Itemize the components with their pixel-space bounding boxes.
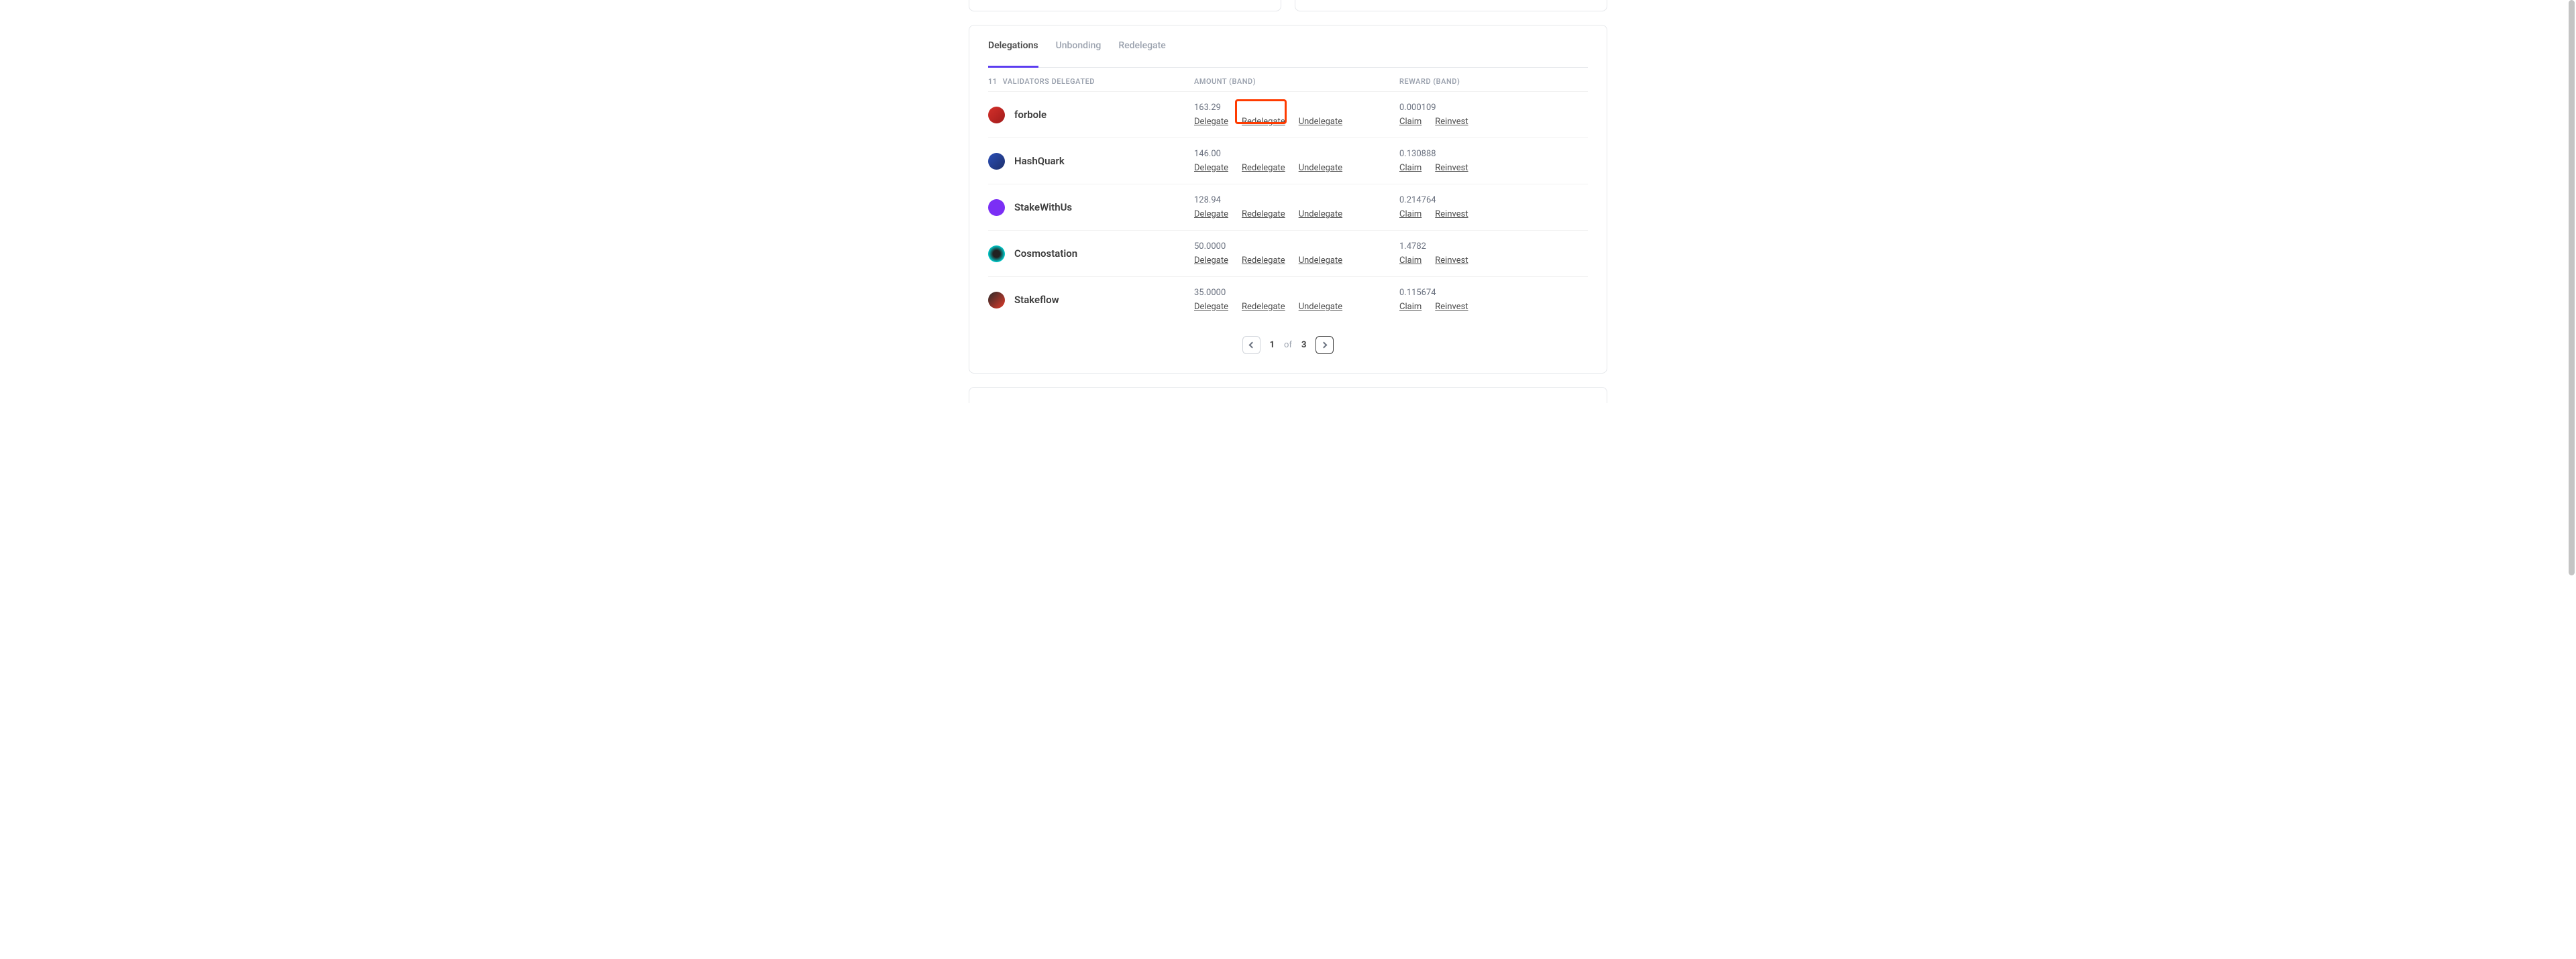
validator-header-label: VALIDATORS DELEGATED	[1003, 77, 1095, 86]
redelegate-link[interactable]: Redelegate	[1242, 302, 1285, 312]
reward-value: 0.115674	[1399, 288, 1588, 298]
delegate-link[interactable]: Delegate	[1194, 117, 1228, 127]
validator-name: HashQuark	[1014, 155, 1065, 167]
tab-unbonding[interactable]: Unbonding	[1056, 25, 1102, 68]
claim-link[interactable]: Claim	[1399, 302, 1421, 312]
reinvest-link[interactable]: Reinvest	[1435, 209, 1468, 219]
reinvest-link[interactable]: Reinvest	[1435, 117, 1468, 127]
reward-value: 1.4782	[1399, 241, 1588, 251]
reinvest-link[interactable]: Reinvest	[1435, 256, 1468, 266]
prev-page-button[interactable]	[1242, 336, 1260, 354]
next-page-button[interactable]	[1316, 336, 1334, 354]
amount-value: 163.29	[1194, 103, 1399, 113]
table-row: forbole 163.29 Delegate Redelegate Undelegat…	[988, 91, 1588, 137]
table-row: Stakeflow 35.0000 Delegate Redelegate Undele…	[988, 276, 1588, 323]
table-row: StakeWithUs 128.94 Delegate Redelegate Undel…	[988, 184, 1588, 230]
chevron-left-icon	[1248, 342, 1255, 349]
table-header: 11 VALIDATORS DELEGATED AMOUNT (BAND) RE…	[988, 68, 1588, 91]
validator-name: Stakeflow	[1014, 294, 1059, 306]
page-of: of	[1284, 340, 1292, 350]
validator-icon	[988, 245, 1005, 262]
validator-icon	[988, 153, 1005, 170]
claim-link[interactable]: Claim	[1399, 117, 1421, 127]
delegations-panel: Delegations Unbonding Redelegate 11 VALIDA…	[969, 25, 1607, 374]
scrollbar-thumb[interactable]	[2569, 0, 2575, 575]
undelegate-link[interactable]: Undelegate	[1299, 209, 1342, 219]
amount-value: 50.0000	[1194, 241, 1399, 251]
reward-header: REWARD (BAND)	[1399, 77, 1588, 86]
reward-value: 0.214764	[1399, 195, 1588, 205]
page-total: 3	[1301, 340, 1306, 350]
validator-icon	[988, 107, 1005, 123]
chevron-right-icon	[1321, 342, 1328, 349]
claim-link[interactable]: Claim	[1399, 256, 1421, 266]
summary-card-left	[969, 0, 1281, 11]
redelegate-link[interactable]: Redelegate	[1242, 209, 1285, 219]
undelegate-link[interactable]: Undelegate	[1299, 256, 1342, 266]
validator-count: 11	[988, 77, 998, 86]
undelegate-link[interactable]: Undelegate	[1299, 117, 1342, 127]
amount-value: 35.0000	[1194, 288, 1399, 298]
delegate-link[interactable]: Delegate	[1194, 209, 1228, 219]
validator-name: forbole	[1014, 109, 1046, 121]
pagination: 1 of 3	[988, 323, 1588, 357]
validators-table: 11 VALIDATORS DELEGATED AMOUNT (BAND) RE…	[988, 68, 1588, 323]
tab-delegations[interactable]: Delegations	[988, 25, 1038, 68]
redelegate-link[interactable]: Redelegate	[1242, 163, 1285, 173]
undelegate-link[interactable]: Undelegate	[1299, 163, 1342, 173]
page-current: 1	[1270, 340, 1275, 350]
tab-redelegate[interactable]: Redelegate	[1118, 25, 1165, 68]
undelegate-link[interactable]: Undelegate	[1299, 302, 1342, 312]
validator-icon	[988, 292, 1005, 308]
validator-name: Cosmostation	[1014, 247, 1077, 260]
amount-header: AMOUNT (BAND)	[1194, 77, 1399, 86]
reward-value: 0.000109	[1399, 103, 1588, 113]
claim-link[interactable]: Claim	[1399, 163, 1421, 173]
delegate-link[interactable]: Delegate	[1194, 256, 1228, 266]
tabs: Delegations Unbonding Redelegate	[988, 25, 1588, 68]
validator-icon	[988, 199, 1005, 216]
redelegate-link[interactable]: Redelegate	[1242, 117, 1285, 127]
table-row: HashQuark 146.00 Delegate Redelegate Undeleg…	[988, 137, 1588, 184]
delegate-link[interactable]: Delegate	[1194, 163, 1228, 173]
reinvest-link[interactable]: Reinvest	[1435, 302, 1468, 312]
lower-panel	[969, 387, 1607, 403]
reward-value: 0.130888	[1399, 149, 1588, 159]
table-row: Cosmostation 50.0000 Delegate Redelegate Und…	[988, 230, 1588, 276]
redelegate-link[interactable]: Redelegate	[1242, 256, 1285, 266]
amount-value: 128.94	[1194, 195, 1399, 205]
delegate-link[interactable]: Delegate	[1194, 302, 1228, 312]
reinvest-link[interactable]: Reinvest	[1435, 163, 1468, 173]
amount-value: 146.00	[1194, 149, 1399, 159]
summary-card-right	[1295, 0, 1607, 11]
claim-link[interactable]: Claim	[1399, 209, 1421, 219]
scrollbar[interactable]	[2566, 0, 2576, 959]
validator-name: StakeWithUs	[1014, 201, 1072, 213]
